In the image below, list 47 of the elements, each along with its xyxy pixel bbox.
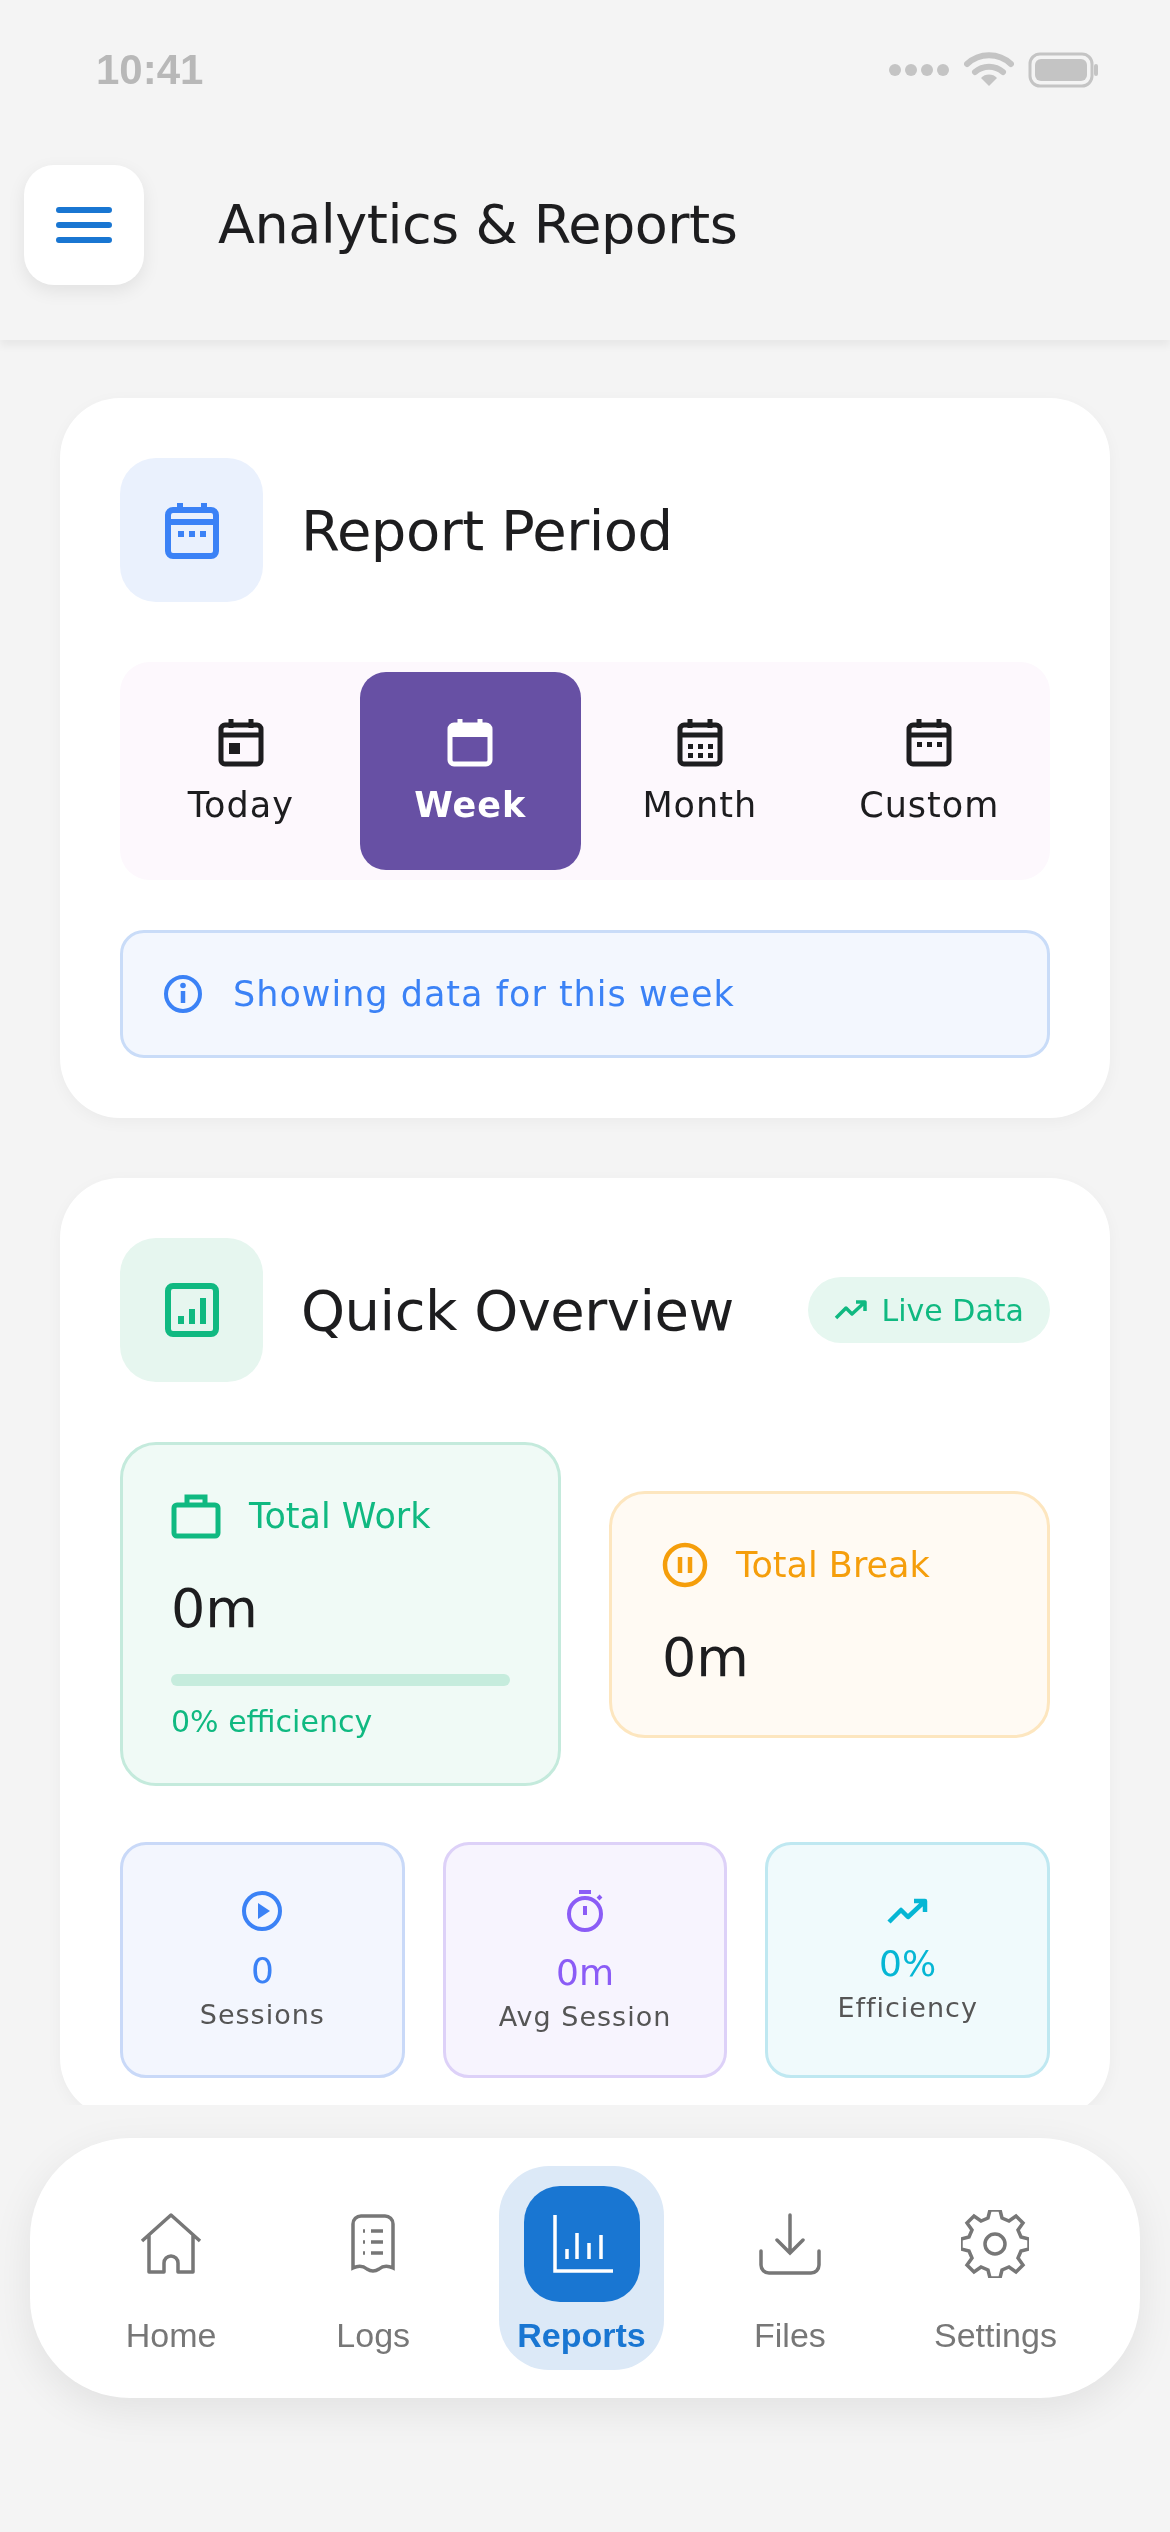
status-time: 10:41 xyxy=(96,46,204,94)
briefcase-icon xyxy=(171,1493,221,1539)
efficiency-caption: 0% efficiency xyxy=(171,1704,374,1739)
tab-bar-item[interactable]: Home xyxy=(95,2166,248,2370)
menu-button[interactable] xyxy=(24,165,144,285)
battery-icon xyxy=(1028,52,1100,88)
stat-label: Efficiency xyxy=(837,1992,978,2023)
stat-value: 0m xyxy=(556,1952,614,1993)
menu-icon xyxy=(56,205,112,245)
stopwatch-icon xyxy=(564,1888,606,1934)
stat-label: Avg Session xyxy=(498,2001,672,2032)
trend-up-icon xyxy=(886,1897,929,1925)
calendar-icon xyxy=(676,717,723,767)
tab-bar-item[interactable]: Logs xyxy=(297,2166,450,2370)
calendar-day-icon xyxy=(217,717,264,767)
tab-bar-item[interactable]: Files xyxy=(713,2166,866,2370)
wifi-icon xyxy=(964,52,1014,88)
period-tab[interactable]: Custom xyxy=(818,672,1040,870)
trend-up-icon xyxy=(833,1299,868,1321)
stat-label: Total Break xyxy=(736,1544,930,1585)
stat-label: Total Work xyxy=(249,1496,431,1536)
info-text: Showing data for this week xyxy=(233,974,735,1014)
calendar-icon xyxy=(163,500,220,560)
info-icon xyxy=(163,974,203,1014)
settings-icon xyxy=(961,2210,1030,2278)
bar-chart-icon xyxy=(163,1282,220,1338)
stat-value: 0m xyxy=(662,1625,750,1689)
period-tab[interactable]: Month xyxy=(589,672,811,870)
stat-value: 0 xyxy=(250,1950,274,1991)
period-tab[interactable]: Week xyxy=(359,672,581,870)
receipt-icon xyxy=(349,2214,398,2274)
stat-value: 0% xyxy=(879,1943,937,1984)
card-title: Report Period xyxy=(301,497,673,563)
calendar-icon xyxy=(447,717,494,767)
page-title: Analytics & Reports xyxy=(218,192,738,258)
play-icon xyxy=(241,1890,284,1932)
stat-value: 0m xyxy=(171,1577,259,1640)
pause-icon xyxy=(662,1541,708,1588)
download-icon xyxy=(756,2211,823,2277)
signal-icon xyxy=(888,63,950,77)
tab-bar-item[interactable]: Reports xyxy=(499,2166,664,2370)
badge-text: Live Data xyxy=(881,1292,1024,1328)
card-title: Quick Overview xyxy=(301,1277,734,1343)
calendar-icon xyxy=(906,717,953,767)
stat-label: Sessions xyxy=(199,1999,325,2030)
period-tab[interactable]: Today xyxy=(130,672,352,870)
tab-bar-item[interactable]: Settings xyxy=(916,2166,1075,2370)
